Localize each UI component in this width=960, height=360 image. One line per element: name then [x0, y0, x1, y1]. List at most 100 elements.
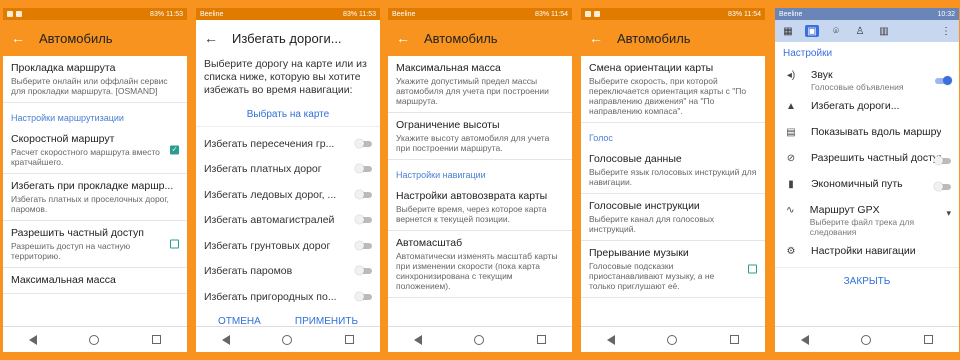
status-right: 83% 11:54	[535, 10, 568, 18]
nav-setting-row[interactable]: ▤ Показывать вдоль маршру...	[775, 122, 959, 148]
nav-recents-icon[interactable]	[536, 335, 546, 344]
nav-back-icon[interactable]	[607, 334, 616, 345]
settings-item[interactable]: Голосовые данные Выберите язык голосовых …	[581, 147, 765, 194]
settings-item[interactable]: Голосовые инструкции Выберите канал для г…	[581, 194, 765, 241]
settings-header: Настройки	[783, 48, 833, 59]
nav-home-icon[interactable]	[89, 334, 100, 345]
nav-setting-row[interactable]: ▮ Экономичный путь	[775, 174, 959, 200]
settings-item[interactable]: Прерывание музыки Голосовые подсказки при…	[581, 241, 765, 298]
apply-button[interactable]: ПРИМЕНИТЬ	[295, 316, 358, 327]
toggle-switch[interactable]	[934, 182, 951, 191]
phone-navigation-settings: Beeline 10:32 ▦ ▣ ⌾ ♙ ▥ ⋮ Настройки ◂) Зв…	[775, 8, 959, 352]
avoid-roads-content: Выберите дорогу на карте или из списка н…	[196, 56, 380, 326]
system-nav-bar	[388, 326, 572, 352]
avoid-road-row[interactable]: Избегать ледовых дорог, ...	[196, 182, 380, 208]
toggle-switch[interactable]	[355, 266, 372, 276]
warning-icon: ▲	[786, 101, 796, 112]
back-arrow-icon[interactable]: ←	[396, 30, 424, 46]
back-arrow-icon[interactable]: ←	[589, 30, 617, 46]
nav-setting-title: Звук	[811, 69, 833, 81]
settings-item[interactable]: Избегать при прокладке маршр... Избегать …	[3, 174, 187, 221]
more-menu-icon[interactable]: ⋮	[939, 25, 953, 37]
settings-item-title: Настройки автовозврата карты	[396, 190, 548, 202]
status-bar: Beeline 83% 11:54	[388, 8, 572, 20]
nav-setting-row[interactable]: ⚙ Настройки навигации	[775, 241, 959, 267]
page-title: Автомобиль	[617, 30, 691, 46]
settings-item-title: Скоростной маршрут	[11, 133, 115, 145]
nav-home-icon[interactable]	[282, 334, 293, 345]
nav-setting-row[interactable]: ▲ Избегать дороги...	[775, 96, 959, 122]
settings-item[interactable]: Автомасштаб Автоматически изменять масшта…	[388, 231, 572, 298]
status-right: 83% 11:54	[728, 10, 761, 18]
nav-home-icon[interactable]	[667, 334, 678, 345]
status-bar: Beeline 83% 11:53	[196, 8, 380, 20]
settings-item[interactable]: Ограничение высоты Укажите высоту автомоб…	[388, 113, 572, 160]
avoid-road-label: Избегать ледовых дорог, ...	[204, 188, 337, 201]
settings-item-title: Голосовые данные	[589, 153, 682, 165]
status-right: 83% 11:53	[150, 10, 183, 18]
nav-recents-icon[interactable]	[344, 335, 354, 344]
settings-item-summary: Разрешить доступ на частную территорию.	[11, 241, 131, 261]
tab-pedestrian-icon[interactable]: ♙	[853, 25, 867, 37]
status-bar: 83% 11:53	[3, 8, 187, 20]
nav-setting-row[interactable]: ◂) Звук Голосовые объявления	[775, 65, 959, 96]
avoid-road-row[interactable]: Избегать грунтовых дорог	[196, 233, 380, 259]
nav-recents-icon[interactable]	[151, 335, 161, 344]
avoid-road-row[interactable]: Избегать пересечения гр...	[196, 131, 380, 157]
nav-setting-row[interactable]: ⊘ Разрешить частный доступ	[775, 148, 959, 174]
avoid-road-label: Избегать пригородных по...	[204, 290, 337, 303]
nav-home-icon[interactable]	[861, 334, 872, 345]
settings-item[interactable]: Максимальная масса	[3, 268, 187, 294]
carrier-label: Beeline	[200, 10, 224, 18]
settings-item[interactable]: Прокладка маршрута Выберите онлайн или оф…	[3, 56, 187, 103]
settings-item[interactable]: Смена ориентации карты Выберите скорость,…	[581, 56, 765, 123]
toggle-switch[interactable]	[355, 138, 372, 148]
nav-setting-row[interactable]: ∿ Маршрут GPX Выберите файл трека для след…	[775, 200, 959, 241]
toggle-switch[interactable]	[355, 164, 372, 174]
nav-home-icon[interactable]	[474, 334, 485, 345]
settings-item[interactable]: Скоростной маршрут Расчет скоростного мар…	[3, 127, 187, 174]
avoid-road-label: Избегать платных дорог	[204, 163, 322, 176]
nav-setting-text: Разрешить частный доступ	[811, 152, 941, 165]
tab-bicycle-icon[interactable]: ⌾	[829, 25, 843, 37]
back-arrow-icon[interactable]: ←	[11, 30, 39, 46]
toggle-switch[interactable]	[355, 215, 372, 225]
tab-bus-icon[interactable]: ▥	[877, 25, 891, 37]
phone-car-settings-3: 83% 11:54 ← Автомобиль Смена ориентации …	[581, 8, 765, 352]
avoid-road-label: Избегать грунтовых дорог	[204, 239, 331, 252]
dropdown-arrow-icon[interactable]: ▾	[946, 208, 951, 219]
avoid-road-row[interactable]: Избегать пригородных по...	[196, 284, 380, 310]
close-button[interactable]: ЗАКРЫТЬ	[775, 267, 959, 295]
settings-item[interactable]: Максимальная масса Укажите допустимый пре…	[388, 56, 572, 113]
settings-item-summary: Выберите скорость, при которой переключа…	[589, 76, 747, 116]
nav-back-icon[interactable]	[801, 334, 810, 345]
app-bar: ← Автомобиль	[388, 20, 572, 56]
checkbox[interactable]	[748, 264, 757, 274]
nav-recents-icon[interactable]	[729, 335, 739, 344]
notification-icon	[585, 11, 591, 17]
settings-item[interactable]: Настройки автовозврата карты Выберите вре…	[388, 184, 572, 231]
avoid-road-row[interactable]: Избегать паромов	[196, 259, 380, 285]
toggle-switch[interactable]	[934, 156, 951, 165]
select-on-map-button[interactable]: Выбрать на карте	[196, 103, 380, 127]
checkbox[interactable]: ✓	[170, 145, 179, 155]
nav-recents-icon[interactable]	[923, 335, 933, 344]
cancel-button[interactable]: ОТМЕНА	[218, 316, 261, 327]
nav-back-icon[interactable]	[222, 334, 231, 345]
nav-back-icon[interactable]	[29, 334, 38, 345]
avoid-road-row[interactable]: Избегать платных дорог	[196, 157, 380, 183]
system-nav-bar	[3, 326, 187, 352]
page-title: Избегать дороги...	[232, 30, 342, 46]
avoid-road-row[interactable]: Избегать автомагистралей	[196, 208, 380, 234]
nav-setting-title: Избегать дороги...	[811, 100, 900, 112]
tab-car-icon[interactable]: ▣	[805, 25, 819, 37]
toggle-switch[interactable]	[355, 291, 372, 301]
checkbox[interactable]	[170, 239, 179, 249]
back-arrow-icon[interactable]: ←	[204, 30, 232, 46]
nav-back-icon[interactable]	[414, 334, 423, 345]
toggle-switch[interactable]	[935, 75, 952, 85]
toggle-switch[interactable]	[355, 240, 372, 250]
settings-item[interactable]: Разрешить частный доступ Разрешить доступ…	[3, 221, 187, 268]
toggle-switch[interactable]	[355, 189, 372, 199]
tab-browse-icon[interactable]: ▦	[781, 25, 795, 37]
